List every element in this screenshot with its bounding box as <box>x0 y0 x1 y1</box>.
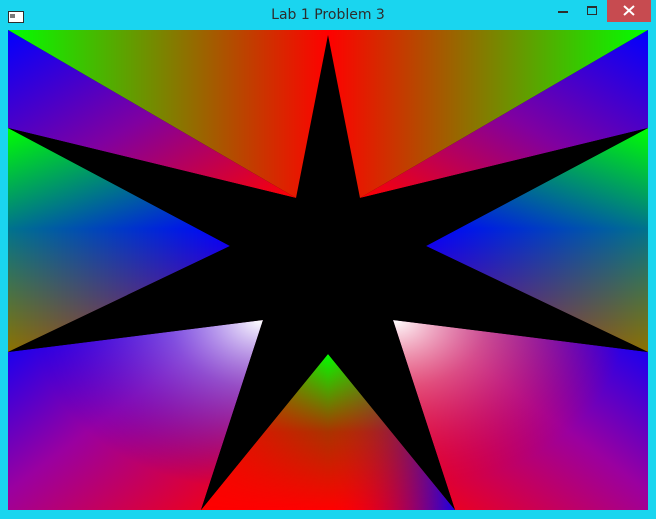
opengl-canvas[interactable] <box>8 30 648 510</box>
maximize-button[interactable] <box>577 0 607 22</box>
close-button[interactable] <box>607 0 651 22</box>
application-window: Lab 1 Problem 3 <box>0 0 656 519</box>
gradient-star-drawing <box>8 30 648 510</box>
window-app-icon[interactable] <box>8 8 24 23</box>
title-bar[interactable]: Lab 1 Problem 3 <box>0 0 656 30</box>
minimize-button[interactable] <box>548 0 578 22</box>
